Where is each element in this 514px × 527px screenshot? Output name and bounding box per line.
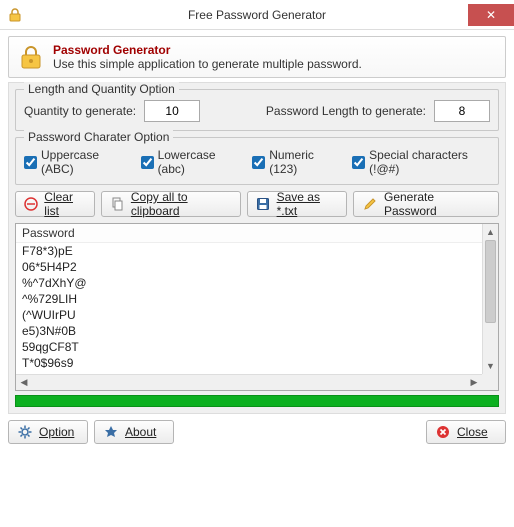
body-panel: Length and Quantity Option Quantity to g… bbox=[8, 82, 506, 414]
header-lock-icon bbox=[17, 43, 45, 71]
generate-password-button[interactable]: Generate Password bbox=[353, 191, 499, 217]
lowercase-label: Lowercase (abc) bbox=[158, 148, 239, 176]
group-legend: Length and Quantity Option bbox=[24, 82, 179, 96]
header-subtitle: Use this simple application to generate … bbox=[53, 57, 362, 71]
progress-bar bbox=[15, 395, 499, 407]
header-title: Password Generator bbox=[53, 43, 362, 57]
generate-label: Generate Password bbox=[384, 190, 490, 218]
window-title: Free Password Generator bbox=[0, 8, 514, 22]
save-icon bbox=[256, 196, 271, 212]
length-quantity-group: Length and Quantity Option Quantity to g… bbox=[15, 89, 499, 131]
scroll-left-arrow-icon[interactable]: ◀ bbox=[16, 375, 32, 390]
gear-icon bbox=[17, 424, 33, 440]
scroll-track[interactable] bbox=[32, 375, 466, 390]
save-label: Save as *.txt bbox=[277, 190, 338, 218]
lock-icon bbox=[7, 7, 23, 23]
copy-icon bbox=[110, 196, 125, 212]
list-item[interactable]: e5)3N#0B bbox=[16, 323, 482, 339]
list-items-container: F78*3)pE 06*5H4P2 %^7dXhY@ ^%729LIH (^WU… bbox=[16, 243, 482, 371]
special-checkbox[interactable] bbox=[352, 156, 365, 169]
header-panel: Password Generator Use this simple appli… bbox=[8, 36, 506, 78]
list-item[interactable]: F78*3)pE bbox=[16, 243, 482, 259]
scroll-down-arrow-icon[interactable]: ▼ bbox=[483, 358, 498, 374]
special-option[interactable]: Special characters (!@#) bbox=[352, 148, 490, 176]
numeric-label: Numeric (123) bbox=[269, 148, 338, 176]
bottom-button-row: Option About Close bbox=[0, 414, 514, 450]
lowercase-option[interactable]: Lowercase (abc) bbox=[141, 148, 239, 176]
close-icon bbox=[435, 424, 451, 440]
scroll-thumb[interactable] bbox=[485, 240, 496, 323]
pencil-icon bbox=[362, 196, 378, 212]
close-button[interactable]: Close bbox=[426, 420, 506, 444]
lock-icon bbox=[17, 43, 45, 71]
uppercase-checkbox[interactable] bbox=[24, 156, 37, 169]
option-button[interactable]: Option bbox=[8, 420, 88, 444]
group-legend: Password Charater Option bbox=[24, 130, 173, 144]
app-icon bbox=[0, 7, 30, 23]
window-close-button[interactable]: ✕ bbox=[468, 4, 514, 26]
copy-all-button[interactable]: Copy all to clipboard bbox=[101, 191, 241, 217]
save-as-txt-button[interactable]: Save as *.txt bbox=[247, 191, 347, 217]
uppercase-label: Uppercase (ABC) bbox=[41, 148, 127, 176]
list-item[interactable]: 06*5H4P2 bbox=[16, 259, 482, 275]
uppercase-option[interactable]: Uppercase (ABC) bbox=[24, 148, 127, 176]
close-label: Close bbox=[457, 425, 488, 439]
about-button[interactable]: About bbox=[94, 420, 174, 444]
list-item[interactable]: (^WUIrPU bbox=[16, 307, 482, 323]
clear-list-button[interactable]: Clear list bbox=[15, 191, 95, 217]
titlebar: Free Password Generator ✕ bbox=[0, 0, 514, 30]
action-button-row: Clear list Copy all to clipboard Save as… bbox=[15, 191, 499, 217]
about-icon bbox=[103, 424, 119, 440]
list-item[interactable]: %^7dXhY@ bbox=[16, 275, 482, 291]
scroll-track[interactable] bbox=[483, 240, 498, 358]
option-label: Option bbox=[39, 425, 74, 439]
quantity-label: Quantity to generate: bbox=[24, 104, 136, 118]
numeric-checkbox[interactable] bbox=[252, 156, 265, 169]
length-label: Password Length to generate: bbox=[266, 104, 426, 118]
scroll-right-arrow-icon[interactable]: ▶ bbox=[466, 375, 482, 390]
horizontal-scrollbar[interactable]: ◀ ▶ bbox=[16, 374, 482, 390]
clear-label: Clear list bbox=[44, 190, 86, 218]
scroll-corner bbox=[482, 374, 498, 390]
password-list: Password F78*3)pE 06*5H4P2 %^7dXhY@ ^%72… bbox=[15, 223, 499, 391]
clear-icon bbox=[24, 196, 38, 212]
close-icon: ✕ bbox=[486, 8, 496, 22]
list-column-header[interactable]: Password bbox=[16, 224, 482, 243]
character-option-group: Password Charater Option Uppercase (ABC)… bbox=[15, 137, 499, 185]
scroll-up-arrow-icon[interactable]: ▲ bbox=[483, 224, 498, 240]
length-input[interactable] bbox=[434, 100, 490, 122]
lowercase-checkbox[interactable] bbox=[141, 156, 154, 169]
header-text: Password Generator Use this simple appli… bbox=[53, 43, 362, 71]
copy-label: Copy all to clipboard bbox=[131, 190, 232, 218]
list-item[interactable]: ^%729LIH bbox=[16, 291, 482, 307]
vertical-scrollbar[interactable]: ▲ ▼ bbox=[482, 224, 498, 374]
quantity-input[interactable] bbox=[144, 100, 200, 122]
list-item[interactable]: T*0$96s9 bbox=[16, 355, 482, 371]
numeric-option[interactable]: Numeric (123) bbox=[252, 148, 338, 176]
list-item[interactable]: 59qgCF8T bbox=[16, 339, 482, 355]
about-label: About bbox=[125, 425, 156, 439]
special-label: Special characters (!@#) bbox=[369, 148, 490, 176]
